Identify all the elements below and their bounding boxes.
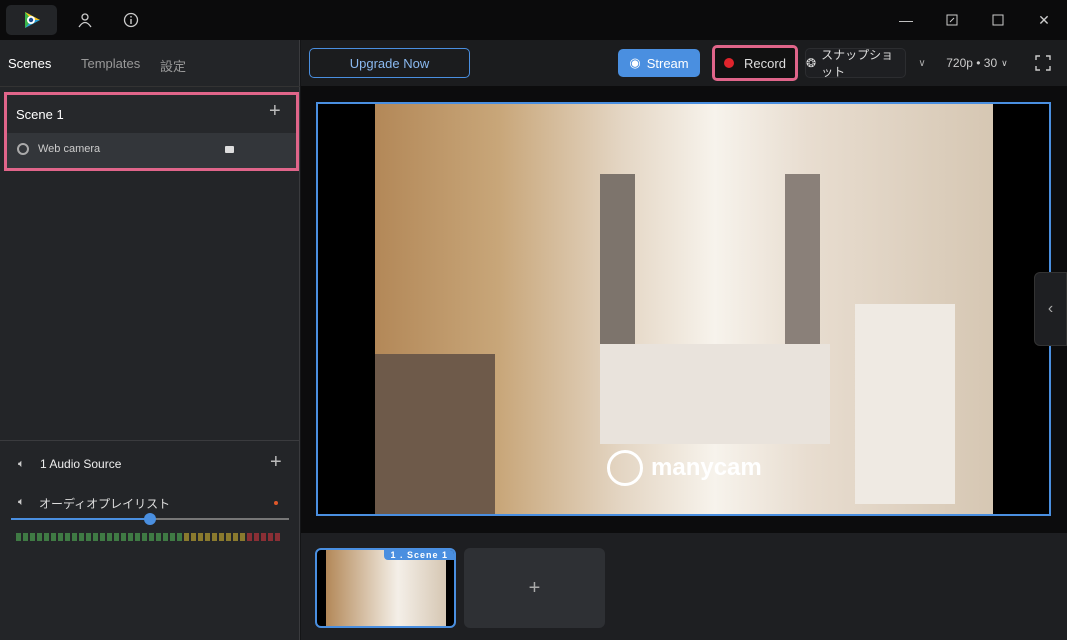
audio-level-meter — [16, 533, 280, 541]
scene-title: Scene 1 — [16, 107, 64, 122]
meter-segment — [170, 533, 175, 541]
meter-segment — [86, 533, 91, 541]
meter-segment — [191, 533, 196, 541]
close-button[interactable]: ✕ — [1032, 8, 1056, 32]
meter-segment — [65, 533, 70, 541]
source-item-web-camera[interactable]: Web camera — [7, 133, 296, 168]
meter-segment — [254, 533, 259, 541]
aperture-icon: ❂ — [806, 56, 817, 70]
meter-segment — [93, 533, 98, 541]
status-dot — [274, 501, 278, 505]
scene-thumb-label: 1 . Scene 1 — [384, 550, 454, 560]
volume-slider[interactable] — [11, 513, 289, 525]
snapshot-label: スナップショット — [821, 48, 894, 79]
meter-segment — [51, 533, 56, 541]
meter-segment — [79, 533, 84, 541]
watermark-text: manycam — [651, 454, 762, 481]
meter-segment — [198, 533, 203, 541]
chevron-down-icon: ∨ — [1001, 57, 1008, 68]
speaker-icon: 🔈︎ — [18, 458, 25, 470]
resolution-select[interactable]: 720p • 30 ∨ — [940, 48, 1014, 78]
app-logo[interactable] — [6, 5, 57, 35]
meter-segment — [219, 533, 224, 541]
meter-segment — [275, 533, 280, 541]
thumbnail-image — [326, 550, 446, 626]
meter-segment — [100, 533, 105, 541]
tab-templates[interactable]: Templates — [81, 56, 140, 71]
dresser — [855, 304, 955, 504]
meter-segment — [149, 533, 154, 541]
audio-panel: 🔈︎ 1 Audio Source + 🔈︎ オーディオプレイリスト — [0, 440, 300, 541]
record-dot-icon — [724, 58, 735, 68]
record-button[interactable]: Record — [712, 45, 798, 81]
meter-segment — [212, 533, 217, 541]
meter-segment — [128, 533, 133, 541]
webcam-video: manycam — [375, 104, 993, 514]
source-label: Web camera — [38, 143, 101, 155]
add-scene-button[interactable]: + — [464, 548, 605, 628]
scene-thumbnail[interactable]: 1 . Scene 1 — [315, 548, 456, 628]
volume-knob[interactable] — [144, 513, 156, 525]
scene-group: Scene 1 + Web camera — [4, 92, 299, 171]
record-label: Record — [744, 55, 786, 71]
tab-settings[interactable]: 設定 — [160, 56, 186, 75]
tab-scenes[interactable]: Scenes — [8, 56, 51, 71]
meter-segment — [156, 533, 161, 541]
audio-title: 1 Audio Source — [40, 457, 122, 471]
meter-segment — [177, 533, 182, 541]
preview-canvas[interactable]: manycam — [316, 102, 1051, 516]
resolution-label: 720p • 30 — [946, 56, 998, 70]
snapshot-dropdown-chevron-icon[interactable]: ∨ — [912, 48, 932, 78]
chevron-left-icon: ‹ — [1047, 300, 1054, 317]
meter-segment — [142, 533, 147, 541]
maximize-button[interactable] — [986, 8, 1010, 32]
chair — [375, 354, 495, 514]
meter-segment — [205, 533, 210, 541]
scene-header[interactable]: Scene 1 + — [7, 95, 296, 133]
speaker-icon[interactable]: 🔈︎ — [18, 496, 25, 509]
meter-segment — [226, 533, 231, 541]
meter-segment — [23, 533, 28, 541]
meter-segment — [58, 533, 63, 541]
manycam-logo-icon — [607, 450, 643, 486]
stream-label: Stream — [646, 55, 689, 71]
fullscreen-icon[interactable] — [1032, 48, 1054, 78]
lock-icon[interactable] — [225, 146, 234, 153]
side-panel-toggle[interactable]: ‹ — [1034, 272, 1067, 346]
stream-button[interactable]: ◉ Stream — [618, 49, 700, 77]
minimize-button[interactable]: — — [894, 8, 918, 32]
title-bar: — ✕ — [0, 0, 1067, 40]
volume-fill — [11, 518, 150, 520]
add-source-button[interactable]: + — [269, 100, 281, 123]
upgrade-now-button[interactable]: Upgrade Now — [309, 48, 470, 78]
audio-source-label: オーディオプレイリスト — [39, 497, 171, 511]
meter-segment — [247, 533, 252, 541]
meter-segment — [268, 533, 273, 541]
webcam-icon — [17, 143, 29, 155]
meter-segment — [114, 533, 119, 541]
user-icon[interactable] — [75, 10, 95, 30]
manycam-watermark: manycam — [607, 450, 762, 486]
restore-small-button[interactable] — [940, 8, 964, 32]
divider — [0, 86, 300, 87]
meter-segment — [37, 533, 42, 541]
add-audio-button[interactable]: + — [270, 451, 282, 474]
meter-segment — [107, 533, 112, 541]
snapshot-button[interactable]: ❂ スナップショット — [805, 48, 906, 79]
meter-segment — [240, 533, 245, 541]
meter-segment — [72, 533, 77, 541]
meter-segment — [184, 533, 189, 541]
meter-segment — [16, 533, 21, 541]
info-icon[interactable] — [121, 10, 141, 30]
meter-segment — [261, 533, 266, 541]
meter-segment — [121, 533, 126, 541]
bed — [600, 344, 830, 444]
meter-segment — [233, 533, 238, 541]
meter-segment — [30, 533, 35, 541]
meter-segment — [163, 533, 168, 541]
meter-segment — [44, 533, 49, 541]
broadcast-icon: ◉ — [629, 55, 641, 70]
meter-segment — [135, 533, 140, 541]
